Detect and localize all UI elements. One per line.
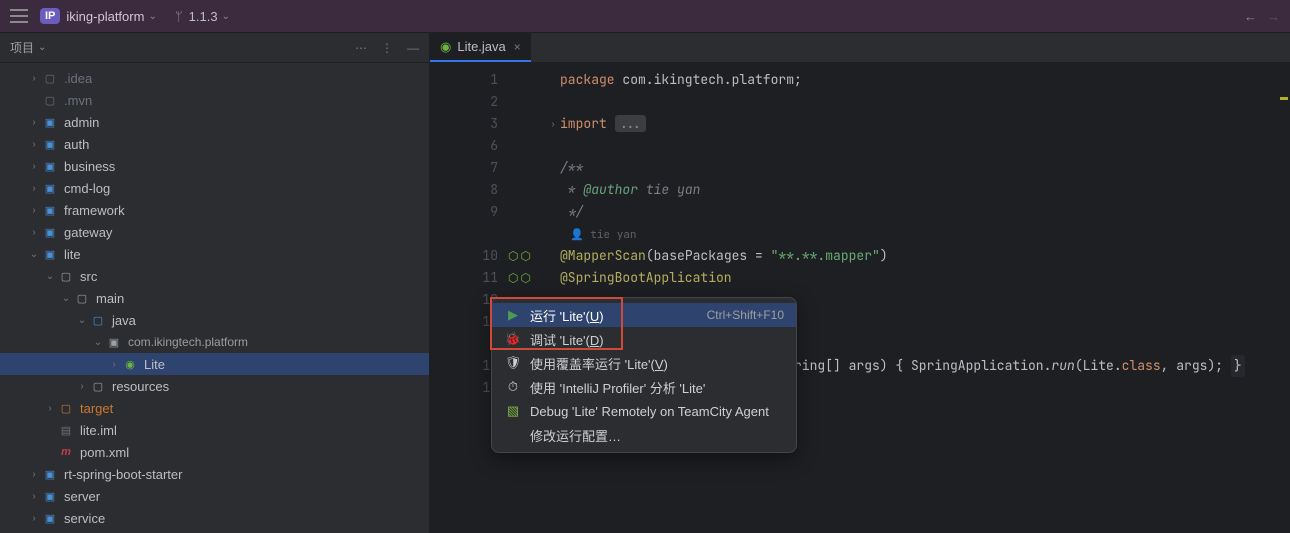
branch-name: 1.1.3 (189, 9, 218, 24)
tree-item-gateway[interactable]: ›▣gateway (0, 221, 429, 243)
close-icon[interactable]: × (514, 40, 521, 54)
bug-icon: 🐞 (504, 331, 522, 347)
tree-item-target[interactable]: ›▢target (0, 397, 429, 419)
more-icon[interactable]: ⋯ (355, 41, 367, 55)
tree-item-business[interactable]: ›▣business (0, 155, 429, 177)
tree-item-Lite[interactable]: ›◉Lite (0, 353, 429, 375)
tree-item-rt-spring-boot-starter[interactable]: ›▣rt-spring-boot-starter (0, 463, 429, 485)
tree-item-main[interactable]: ⌄▢main (0, 287, 429, 309)
tab-label: Lite.java (457, 39, 505, 54)
tree-item-lite-iml[interactable]: ▤lite.iml (0, 419, 429, 441)
branch-icon: ᛘ (175, 9, 183, 24)
back-arrow-icon[interactable]: ← (1244, 9, 1257, 24)
author-inlay: 👤 (570, 228, 590, 242)
profiler-icon: ⏱ (504, 379, 522, 395)
project-name[interactable]: iking-platform (66, 9, 144, 24)
panel-title[interactable]: 项目 (10, 39, 34, 56)
tree-item-java[interactable]: ⌄▢java (0, 309, 429, 331)
project-tree[interactable]: ›▢.idea▢.mvn›▣admin›▣auth›▣business›▣cmd… (0, 63, 429, 533)
spring-leaf-icon[interactable]: ⬡ (508, 249, 518, 263)
spring-icon: ◉ (440, 39, 451, 55)
tree-item-service[interactable]: ›▣service (0, 507, 429, 529)
chevron-down-icon[interactable]: ⌄ (148, 11, 156, 22)
top-bar: IP iking-platform ⌄ ᛘ 1.1.3 ⌄ ← → (0, 0, 1290, 33)
tab-lite[interactable]: ◉ Lite.java × (430, 33, 531, 62)
tree-item-admin[interactable]: ›▣admin (0, 111, 429, 133)
project-badge: IP (40, 8, 60, 24)
git-branch[interactable]: ᛘ 1.1.3 ⌄ (175, 9, 230, 24)
tree-item-cmd-log[interactable]: ›▣cmd-log (0, 177, 429, 199)
tree-item-src[interactable]: ⌄▢src (0, 265, 429, 287)
tab-bar: ◉ Lite.java × (430, 33, 1290, 63)
run-context-menu: ▶ 运行 'Lite'(U) Ctrl+Shift+F10 🐞 调试 'Lite… (491, 297, 797, 453)
menu-remote-debug[interactable]: ▧ Debug 'Lite' Remotely on TeamCity Agen… (492, 399, 796, 423)
run-icon: ▶ (504, 307, 522, 323)
coverage-icon: 🛡 (504, 355, 522, 371)
scrollbar[interactable] (1278, 93, 1290, 533)
menu-debug[interactable]: 🐞 调试 'Lite'(D) (492, 327, 796, 351)
tree-item-lite[interactable]: ⌄▣lite (0, 243, 429, 265)
menu-run[interactable]: ▶ 运行 'Lite'(U) Ctrl+Shift+F10 (492, 303, 796, 327)
project-panel: 项目 ⌄ ⋯ ⋮ — ›▢.idea▢.mvn›▣admin›▣auth›▣bu… (0, 33, 430, 533)
tree-item-resources[interactable]: ›▢resources (0, 375, 429, 397)
tree-item--idea[interactable]: ›▢.idea (0, 67, 429, 89)
chevron-down-icon[interactable]: ⌄ (38, 42, 46, 53)
warning-marker[interactable] (1280, 97, 1288, 100)
panel-header: 项目 ⌄ ⋯ ⋮ — (0, 33, 429, 63)
menu-coverage[interactable]: 🛡 使用覆盖率运行 'Lite'(V) (492, 351, 796, 375)
menu-icon[interactable] (10, 9, 28, 23)
spring-leaf-icon[interactable]: ⬡ (508, 271, 518, 285)
chevron-down-icon: ⌄ (222, 11, 230, 22)
tree-item-com-ikingtech-platform[interactable]: ⌄▣com.ikingtech.platform (0, 331, 429, 353)
tree-item-framework[interactable]: ›▣framework (0, 199, 429, 221)
teamcity-icon: ▧ (504, 403, 522, 419)
tree-item-pom-xml[interactable]: mpom.xml (0, 441, 429, 463)
menu-profiler[interactable]: ⏱ 使用 'IntelliJ Profiler' 分析 'Lite' (492, 375, 796, 399)
hide-icon[interactable]: — (407, 41, 419, 55)
tree-item-auth[interactable]: ›▣auth (0, 133, 429, 155)
menu-edit-config[interactable]: 修改运行配置… (492, 423, 796, 447)
editor-area: ◉ Lite.java × 1236789101112131417 ⬡⬡⬡⬡▶▶… (430, 33, 1290, 533)
tree-item--mvn[interactable]: ▢.mvn (0, 89, 429, 111)
fold-marker[interactable]: ... (615, 115, 646, 132)
collapse-icon[interactable]: ⋮ (381, 41, 393, 55)
tree-item-server[interactable]: ›▣server (0, 485, 429, 507)
forward-arrow-icon[interactable]: → (1267, 9, 1280, 24)
main-area: 项目 ⌄ ⋯ ⋮ — ›▢.idea▢.mvn›▣admin›▣auth›▣bu… (0, 33, 1290, 533)
